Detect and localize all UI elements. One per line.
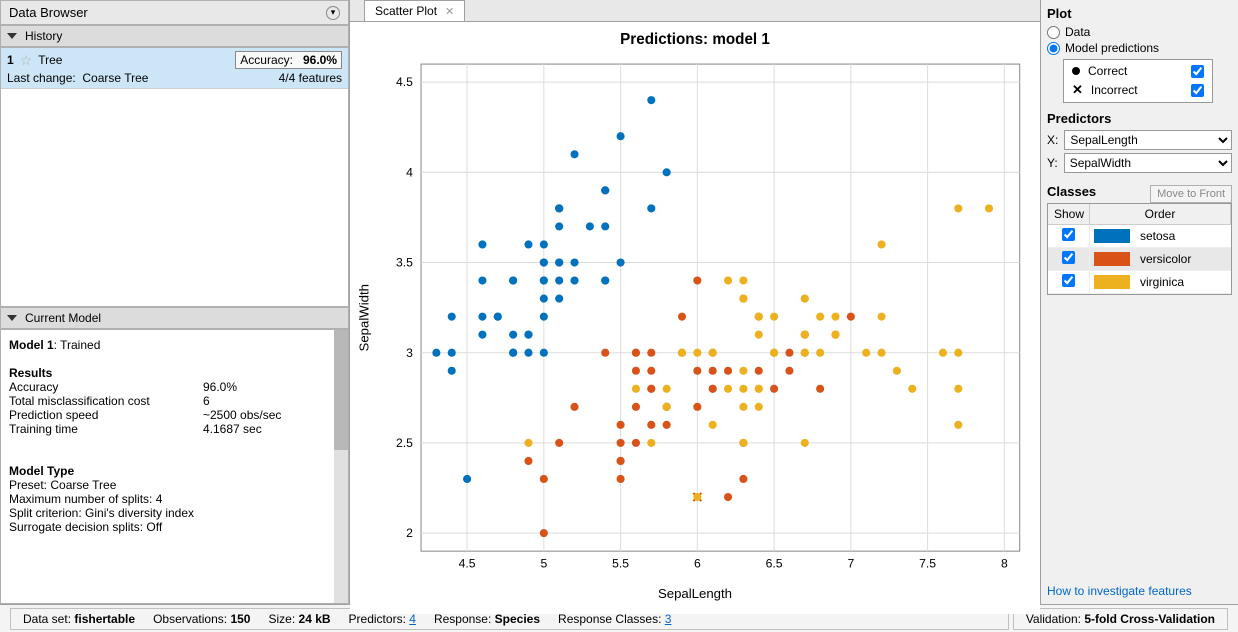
history-index: 1 xyxy=(7,53,14,67)
checkbox-correct[interactable] xyxy=(1191,65,1204,78)
predictors-header: Predictors xyxy=(1047,111,1232,126)
radio-model-predictions[interactable]: Model predictions xyxy=(1047,41,1232,55)
class-row[interactable]: versicolor xyxy=(1048,248,1231,271)
svg-text:SepalWidth: SepalWidth xyxy=(356,284,371,351)
y-predictor-select[interactable]: SepalWidth xyxy=(1064,153,1232,173)
radio-data[interactable]: Data xyxy=(1047,25,1232,39)
class-row[interactable]: setosa xyxy=(1048,225,1231,248)
svg-text:5: 5 xyxy=(540,556,547,570)
current-model-panel: Model 1: Trained Results Accuracy96.0% T… xyxy=(0,329,349,604)
svg-text:2: 2 xyxy=(406,526,413,540)
svg-text:4: 4 xyxy=(406,165,413,179)
history-item[interactable]: 1 ☆ Tree Accuracy: 96.0% Last change: Co… xyxy=(1,48,348,89)
class-show-checkbox[interactable] xyxy=(1062,228,1075,241)
history-model-name: Tree xyxy=(38,53,62,67)
help-link[interactable]: How to investigate features xyxy=(1047,584,1232,598)
class-swatch xyxy=(1094,229,1130,243)
svg-text:Predictions: model 1: Predictions: model 1 xyxy=(620,31,770,48)
svg-text:6.5: 6.5 xyxy=(766,556,783,570)
svg-text:3.5: 3.5 xyxy=(396,256,413,270)
move-to-front-button[interactable]: Move to Front xyxy=(1150,185,1232,203)
history-header[interactable]: History xyxy=(0,25,349,47)
svg-text:3: 3 xyxy=(406,346,413,360)
class-show-checkbox[interactable] xyxy=(1062,274,1075,287)
svg-text:4.5: 4.5 xyxy=(459,556,476,570)
class-name: virginica xyxy=(1134,272,1231,292)
class-name: setosa xyxy=(1134,226,1231,246)
class-name: versicolor xyxy=(1134,249,1231,269)
close-icon[interactable]: ✕ xyxy=(445,5,454,18)
prediction-legend: Correct ✕Incorrect xyxy=(1063,59,1213,103)
collapse-icon[interactable]: ▾ xyxy=(326,6,340,20)
classes-header: Classes xyxy=(1047,184,1096,199)
dot-icon xyxy=(1072,67,1080,75)
chevron-down-icon xyxy=(7,315,17,321)
scrollbar[interactable] xyxy=(334,330,348,603)
scatter-plot[interactable]: 4.5 5 5.5 6 6.5 7 7.5 8 2 2.5 3 3.5 4 4.5 Predictions:… xyxy=(350,22,1040,614)
plot-header: Plot xyxy=(1047,6,1232,21)
star-icon[interactable]: ☆ xyxy=(20,52,33,69)
x-predictor-select[interactable]: SepalLength xyxy=(1064,130,1232,150)
svg-text:6: 6 xyxy=(694,556,701,570)
svg-text:7: 7 xyxy=(847,556,854,570)
x-icon: ✕ xyxy=(1072,82,1083,98)
class-swatch xyxy=(1094,252,1130,266)
chevron-down-icon xyxy=(7,33,17,39)
history-accuracy: Accuracy: 96.0% xyxy=(235,51,342,69)
svg-text:5.5: 5.5 xyxy=(612,556,629,570)
history-features: 4/4 features xyxy=(279,71,342,85)
svg-text:8: 8 xyxy=(1001,556,1008,570)
class-swatch xyxy=(1094,275,1130,289)
tab-scatter-plot[interactable]: Scatter Plot ✕ xyxy=(364,0,465,21)
svg-text:SepalLength: SepalLength xyxy=(658,586,732,601)
classes-table: ShowOrder setosaversicolorvirginica xyxy=(1047,203,1232,295)
data-browser-title: Data Browser ▾ xyxy=(0,0,349,25)
class-row[interactable]: virginica xyxy=(1048,271,1231,294)
svg-text:2.5: 2.5 xyxy=(396,436,413,450)
current-model-header[interactable]: Current Model xyxy=(0,307,349,329)
checkbox-incorrect[interactable] xyxy=(1191,84,1204,97)
svg-text:4.5: 4.5 xyxy=(396,75,413,89)
class-show-checkbox[interactable] xyxy=(1062,251,1075,264)
svg-text:7.5: 7.5 xyxy=(919,556,936,570)
